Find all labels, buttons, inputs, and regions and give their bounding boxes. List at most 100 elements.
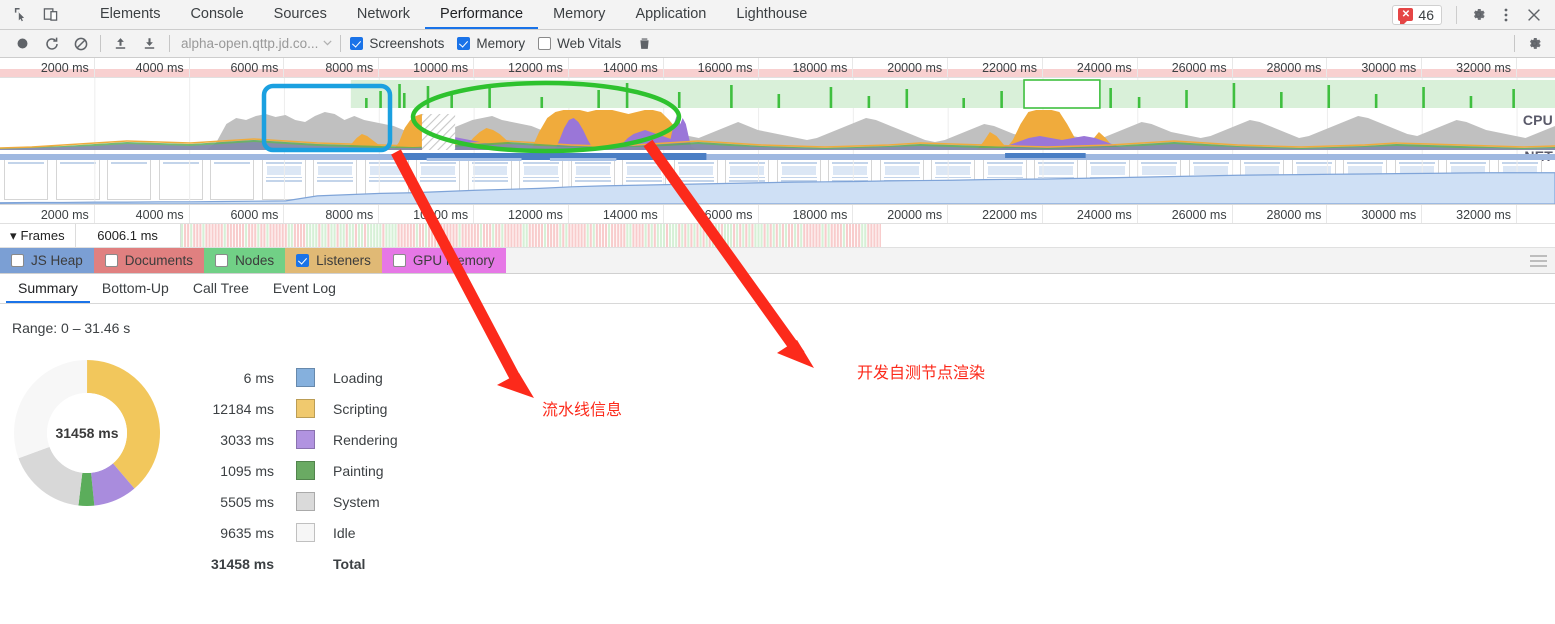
hamburger-menu-icon[interactable] [1530, 254, 1547, 267]
overview-ruler-bottom[interactable]: 2000 ms 4000 ms 6000 ms 8000 ms 10000 ms 1200… [0, 204, 1555, 224]
error-count-label: 46 [1418, 6, 1434, 23]
error-bubble-icon: ✕ [1398, 8, 1414, 24]
timeline-overview[interactable]: 2000 ms 4000 ms 6000 ms 8000 ms 10000 ms 1200… [0, 58, 1555, 224]
clear-no-entry-icon[interactable] [66, 31, 95, 57]
counter-nodes-label: Nodes [235, 253, 275, 268]
checkbox-screenshots-label: Screenshots [369, 36, 445, 51]
checkbox-memory-label: Memory [476, 36, 526, 51]
counter-listeners[interactable]: Listeners [285, 248, 382, 273]
download-profile-icon[interactable] [135, 31, 164, 57]
inspect-cursor-icon[interactable] [8, 4, 32, 26]
legend-swatch-painting [296, 461, 315, 480]
controlbar-divider-1 [100, 35, 101, 52]
legend-swatch-rendering [296, 430, 315, 449]
legend-swatch-system [296, 492, 315, 511]
legend-label-rendering: Rendering [333, 431, 398, 448]
tab-network[interactable]: Network [342, 0, 425, 29]
summary-content: 31458 ms 6 ms Loading 12184 ms Scripting… [12, 358, 1555, 579]
legend-value-idle: 9635 ms [220, 524, 274, 541]
summary-pane: Range: 0 – 31.46 s 31458 ms 6 ms Loading… [0, 304, 1555, 579]
tab-sources[interactable]: Sources [259, 0, 342, 29]
device-toolbar-icon[interactable] [38, 4, 62, 26]
legend-row-painting[interactable]: 1095 ms Painting [178, 455, 398, 486]
frames-track-row[interactable]: ▾ Frames 6006.1 ms [0, 224, 1555, 248]
tab-performance[interactable]: Performance [425, 0, 539, 29]
controlbar-divider-3 [340, 35, 342, 52]
ruler-tick: 32000 ms [0, 58, 1518, 77]
capture-settings-gear-icon[interactable] [1520, 31, 1549, 57]
overview-graphs[interactable]: FPS CPU NET HEAP 75.0 MB – 284 MB [0, 78, 1555, 204]
target-url-label: alpha-open.qttp.jd.co... [181, 36, 319, 51]
checkbox-screenshots[interactable]: Screenshots [350, 36, 444, 51]
kebab-menu-icon[interactable] [1493, 2, 1519, 28]
ruler-tick: 32000 ms [0, 205, 1518, 223]
donut-center-value: 31458 ms [47, 393, 127, 473]
controlbar-divider-4 [1514, 35, 1515, 52]
counters-row-filler [505, 248, 1555, 273]
counter-documents[interactable]: Documents [93, 248, 205, 273]
counter-listeners-label: Listeners [316, 253, 371, 268]
legend-value-painting: 1095 ms [220, 462, 274, 479]
overview-svg-graphs [0, 78, 1555, 204]
tab-console[interactable]: Console [175, 0, 258, 29]
target-url-select[interactable]: alpha-open.qttp.jd.co... [175, 36, 335, 51]
trash-icon[interactable] [630, 31, 659, 57]
legend-row-system[interactable]: 5505 ms System [178, 486, 398, 517]
annotation-label-render: 开发自测节点渲染 [857, 363, 986, 382]
counter-js-heap-checkbox [11, 254, 24, 267]
legend-label-idle: Idle [333, 524, 356, 541]
legend-row-idle[interactable]: 9635 ms Idle [178, 517, 398, 548]
close-icon[interactable] [1521, 2, 1547, 28]
frames-duration-label: 6006.1 ms [97, 228, 158, 243]
counter-documents-label: Documents [124, 253, 194, 268]
activity-donut-chart[interactable]: 31458 ms [12, 358, 178, 508]
tab-bottom-up[interactable]: Bottom-Up [90, 274, 181, 303]
checkbox-memory-box [457, 37, 471, 50]
checkbox-web-vitals[interactable]: Web Vitals [538, 36, 621, 51]
legend-label-loading: Loading [333, 369, 383, 386]
tabbar-right-actions: ✕ 46 [1392, 0, 1555, 29]
frames-bars[interactable] [180, 224, 1555, 247]
overview-ruler-top[interactable]: 2000 ms 4000 ms 6000 ms 8000 ms 10000 ms 1200… [0, 58, 1555, 78]
counter-nodes-checkbox [215, 254, 229, 267]
legend-value-scripting: 12184 ms [212, 400, 274, 417]
performance-controlbar: alpha-open.qttp.jd.co... Screenshots Mem… [0, 30, 1555, 58]
record-circle-icon[interactable] [8, 31, 37, 57]
tab-lighthouse[interactable]: Lighthouse [721, 0, 822, 29]
triangle-down-icon: ▾ [10, 227, 17, 243]
counter-gpu-memory[interactable]: GPU Memory [381, 248, 506, 273]
tab-elements[interactable]: Elements [85, 0, 175, 29]
panel-tabs: Elements Console Sources Network Perform… [85, 0, 822, 29]
tab-application[interactable]: Application [620, 0, 721, 29]
frames-duration-cell: 6006.1 ms [76, 224, 181, 247]
legend-row-rendering[interactable]: 3033 ms Rendering [178, 424, 398, 455]
reload-record-icon[interactable] [37, 31, 66, 57]
tab-memory[interactable]: Memory [538, 0, 620, 29]
controlbar-divider-2 [169, 35, 170, 52]
legend-value-loading: 6 ms [243, 369, 274, 386]
devtools-tabbar: Elements Console Sources Network Perform… [0, 0, 1555, 30]
upload-profile-icon[interactable] [106, 31, 135, 57]
legend-row-loading[interactable]: 6 ms Loading [178, 362, 398, 393]
detail-view-tabs: Summary Bottom-Up Call Tree Event Log [0, 274, 1555, 304]
frames-track-header[interactable]: ▾ Frames [0, 224, 76, 247]
donut-graphic: 31458 ms [12, 358, 162, 508]
error-count-badge[interactable]: ✕ 46 [1392, 4, 1442, 25]
legend-row-scripting[interactable]: 12184 ms Scripting [178, 393, 398, 424]
legend-swatch-loading [296, 368, 315, 387]
tab-call-tree[interactable]: Call Tree [181, 274, 261, 303]
annotation-label-pipeline: 流水线信息 [542, 400, 623, 419]
checkbox-memory[interactable]: Memory [457, 36, 525, 51]
counter-nodes[interactable]: Nodes [204, 248, 286, 273]
frames-title-label: Frames [20, 228, 65, 243]
counter-gpu-memory-checkbox [392, 254, 406, 267]
tab-summary[interactable]: Summary [6, 274, 90, 303]
counter-gpu-memory-label: GPU Memory [412, 253, 495, 268]
legend-swatch-total [296, 554, 315, 573]
tab-event-log[interactable]: Event Log [261, 274, 348, 303]
activity-legend: 6 ms Loading 12184 ms Scripting 3033 ms … [178, 358, 398, 579]
counter-js-heap[interactable]: JS Heap [0, 248, 94, 273]
gear-icon[interactable] [1465, 2, 1491, 28]
checkbox-web-vitals-box [538, 37, 552, 50]
memory-counters-row: JS Heap Documents Nodes Listeners GPU Me… [0, 248, 1555, 274]
